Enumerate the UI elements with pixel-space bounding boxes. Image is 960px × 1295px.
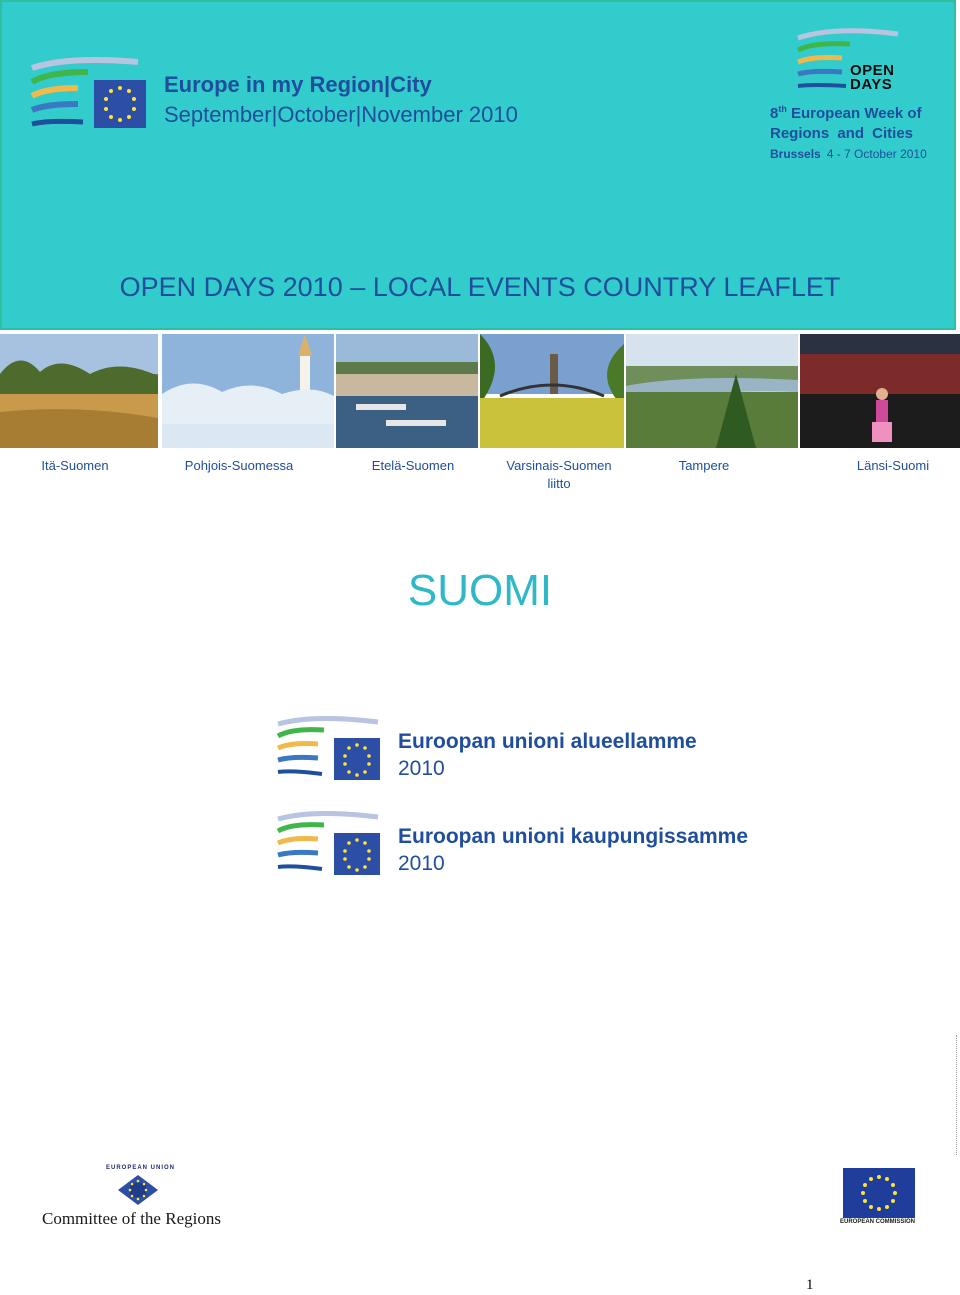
eu-region-campaign-logo-icon: [276, 716, 380, 780]
caption-etela-suomen: Etelä-Suomen: [371, 458, 455, 473]
europe-in-my-region-logo-icon: [30, 57, 146, 128]
campaign-region-year: 2010: [398, 757, 445, 780]
photo-strip: [0, 334, 960, 448]
tagline-dates: September|October|November 2010: [164, 102, 518, 127]
eu-city-campaign-logo-icon: [276, 811, 380, 875]
page-number: 1: [806, 1277, 814, 1293]
caption-tampere: Tampere: [678, 458, 730, 473]
caption-pohjois-suomessa: Pohjois-Suomessa: [184, 458, 294, 473]
caption-varsinais-suomen-liitto: Varsinais-Suomen liitto: [506, 458, 612, 491]
leaflet-title: OPEN DAYS 2010 – LOCAL EVENTS COUNTRY LE…: [119, 272, 841, 302]
tagline-title: Europe in my Region|City: [164, 72, 432, 97]
margin-dotted-line: [956, 1035, 957, 1155]
bridge-park-photo: [480, 334, 624, 448]
caption-ita-suomen: Itä-Suomen: [41, 458, 109, 473]
event-week-line: 8th European Week of: [770, 104, 922, 122]
campaign-city-year: 2010: [398, 852, 445, 875]
campaign-region-title: Euroopan unioni alueellamme: [398, 730, 697, 753]
lake-landscape-photo: [626, 334, 798, 448]
european-commission-flag-icon: [843, 1168, 915, 1218]
cor-emblem-icon: [118, 1175, 158, 1205]
campaign-city-title: Euroopan unioni kaupungissamme: [398, 825, 749, 848]
winter-town-photo: [162, 334, 334, 448]
autumn-field-photo: [0, 334, 158, 448]
cor-eu-label: EUROPEAN UNION: [106, 1165, 176, 1171]
concert-crowd-photo: [800, 334, 960, 448]
header-banner: Europe in my Region|City September|Octob…: [0, 0, 956, 330]
ec-label: EUROPEAN COMMISSION: [840, 1219, 916, 1225]
cor-name: Committee of the Regions: [42, 1209, 221, 1228]
harbour-city-photo: [336, 334, 478, 448]
country-title: SUOMI: [407, 566, 553, 615]
event-regions-line: Regions and Cities: [770, 125, 914, 142]
caption-lansi-suomi: Länsi-Suomi: [856, 458, 930, 473]
event-dates-line: Brussels 4 - 7 October 2010: [770, 147, 927, 161]
open-days-logo-text: OPEN DAYS: [850, 62, 895, 93]
committee-of-the-regions-logo: EUROPEAN UNION Committee of the Regions: [40, 1165, 240, 1235]
